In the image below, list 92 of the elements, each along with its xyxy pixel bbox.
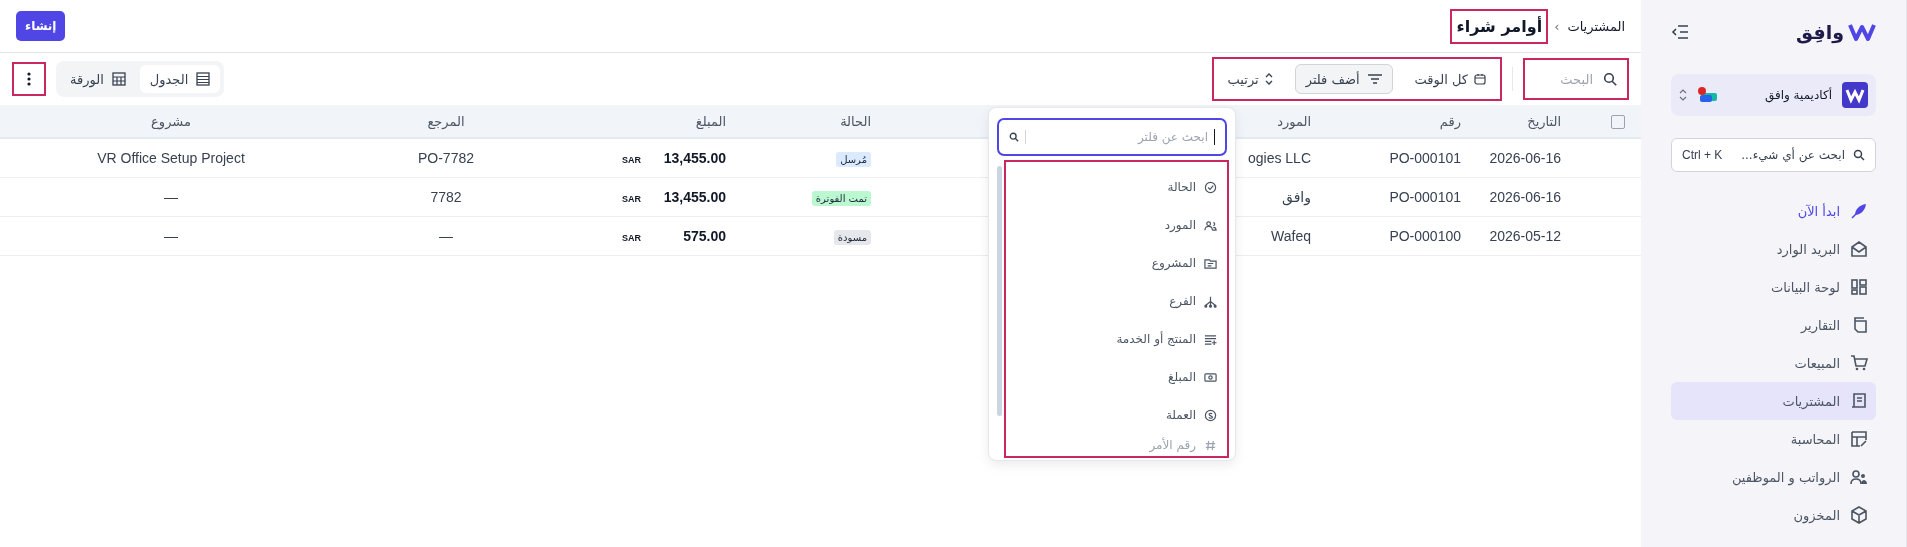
currency-code: SAR [622, 194, 641, 204]
chevron-updown-icon [1679, 88, 1687, 102]
amount: 13,455.00 [662, 150, 726, 166]
notification-stack-icon[interactable] [1697, 86, 1719, 104]
table-cell: 7782 [430, 189, 462, 205]
table-cell: ogies LLC [1247, 150, 1311, 166]
logo-icon [1848, 22, 1876, 42]
search-icon [1603, 72, 1617, 86]
nav-item[interactable]: لوحة البيانات [1671, 268, 1876, 306]
org-logo-icon [1842, 82, 1868, 108]
filter-option[interactable]: العملة [1016, 396, 1217, 434]
table-edit-icon [1850, 430, 1868, 448]
nav-item[interactable]: البريد الوارد [1671, 230, 1876, 268]
select-all-checkbox[interactable] [1611, 114, 1625, 129]
table-cell: 2026-06-16 [1489, 150, 1561, 166]
table-cell: PO-000101 [1389, 150, 1461, 166]
table-cell: 2026-05-12 [1489, 228, 1561, 244]
people-icon [1204, 218, 1217, 232]
breadcrumb-link[interactable]: المشتريات [1567, 18, 1625, 34]
nav-item[interactable]: ابدأ الآن [1671, 192, 1876, 230]
box-icon [1850, 506, 1868, 524]
amount: 575.00 [682, 228, 726, 244]
banknote-icon [1204, 370, 1217, 384]
table-cell: Wafeq [1271, 228, 1311, 244]
column-header[interactable]: المبلغ [695, 113, 726, 129]
table-cell: PO-000100 [1389, 228, 1461, 244]
list-icon [196, 72, 211, 86]
cart-icon [1850, 354, 1868, 372]
search-icon [1853, 149, 1865, 161]
sort-button[interactable]: ترتيب [1223, 71, 1277, 87]
column-header[interactable]: المورد [1277, 113, 1311, 129]
filter-option[interactable]: المنتج أو الخدمة [1016, 320, 1217, 358]
add-filter-button[interactable]: أضف فلتر [1294, 64, 1393, 94]
organization-name: أكاديمية وافق [1764, 88, 1832, 102]
period-button[interactable]: كل الوقت [1410, 71, 1490, 87]
view-tab[interactable]: الجدول [139, 65, 221, 93]
filter-option[interactable]: المبلغ [1016, 358, 1217, 396]
column-header[interactable]: المرجع [427, 113, 465, 129]
branch-icon [1204, 294, 1217, 308]
column-header[interactable]: رقم [1439, 113, 1461, 129]
nav-item[interactable]: المحاسبة [1671, 420, 1876, 458]
filter-lines-icon [1367, 74, 1382, 84]
currency-icon [1204, 408, 1217, 422]
dashboard-grid-icon [1850, 278, 1868, 296]
filter-option[interactable]: الفرع [1016, 282, 1217, 320]
people-icon [1850, 468, 1868, 486]
calendar-icon [1474, 73, 1486, 85]
chevron-updown-icon [1264, 73, 1273, 85]
table-cell: 2026-06-16 [1489, 189, 1561, 205]
page-title: أوامر شراء [1452, 10, 1547, 42]
table-cell: — [164, 228, 178, 244]
more-button[interactable] [14, 64, 44, 94]
create-button[interactable]: إنشاء [16, 11, 66, 41]
brand-name: وافِق [1796, 21, 1844, 43]
filter-option[interactable]: المشروع [1016, 244, 1217, 282]
nav-item[interactable]: المشتريات [1671, 382, 1876, 420]
more-icon [27, 72, 31, 86]
status-badge: مُرسل [836, 152, 871, 167]
table-cell: — [439, 228, 453, 244]
nav-item[interactable]: الرواتب و الموظفين [1671, 458, 1876, 496]
filter-option[interactable]: المورد [1016, 206, 1217, 244]
currency-code: SAR [622, 233, 641, 243]
folder-icon [1204, 256, 1217, 270]
grid-icon [111, 72, 126, 86]
table-cell: — [164, 189, 178, 205]
nav-item[interactable]: التقارير [1671, 306, 1876, 344]
collapse-sidebar-icon[interactable] [1671, 25, 1689, 39]
table-cell: PO-7782 [417, 150, 474, 166]
column-header[interactable]: مشروع [151, 113, 191, 129]
table-cell: وافق [1281, 189, 1311, 205]
shortcut-hint: Ctrl + K [1682, 148, 1723, 162]
nav-item[interactable]: المخزون [1671, 496, 1876, 534]
currency-code: SAR [622, 155, 641, 165]
view-tab[interactable]: الورقة [60, 65, 136, 93]
scrollbar[interactable] [997, 166, 1002, 416]
list-plus-icon [1204, 332, 1217, 346]
envelope-icon [1850, 240, 1868, 258]
table-cell: VR Office Setup Project [97, 150, 245, 166]
column-header[interactable]: التاريخ [1527, 113, 1561, 129]
hash-icon [1204, 438, 1217, 452]
status-badge: تمت الفوترة [811, 191, 871, 206]
organization-switcher[interactable]: أكاديمية وافق [1671, 74, 1876, 116]
breadcrumb-separator: › [1554, 18, 1560, 34]
filter-option[interactable]: الحالة [1016, 168, 1217, 206]
nav-item[interactable]: المبيعات [1671, 344, 1876, 382]
amount: 13,455.00 [662, 189, 726, 205]
check-circle-icon [1204, 180, 1217, 194]
table-cell: PO-000101 [1389, 189, 1461, 205]
status-badge: مسودة [833, 230, 871, 245]
column-header[interactable]: الحالة [840, 113, 871, 129]
receipt-icon [1850, 392, 1868, 410]
search-icon [1009, 132, 1019, 142]
